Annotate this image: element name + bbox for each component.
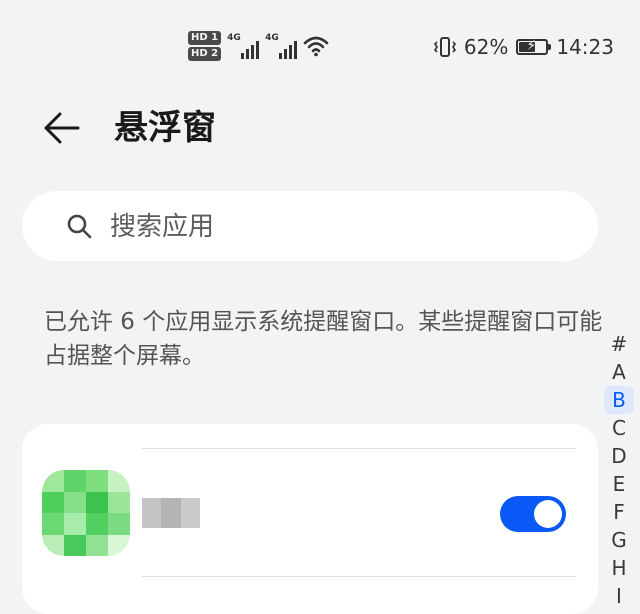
index-letter[interactable]: H bbox=[604, 554, 634, 582]
clock: 14:23 bbox=[556, 35, 614, 59]
alphabet-index: # A B C D E F G H I bbox=[604, 330, 634, 610]
status-left: HD 1 HD 2 4G 4G bbox=[188, 28, 329, 64]
index-letter[interactable]: F bbox=[604, 498, 634, 526]
arrow-left-icon bbox=[44, 112, 80, 144]
status-right: 62% ⚡ 14:23 bbox=[433, 30, 614, 64]
index-letter[interactable]: G bbox=[604, 526, 634, 554]
search-box[interactable] bbox=[22, 191, 598, 261]
permission-description: 已允许 6 个应用显示系统提醒窗口。某些提醒窗口可能占据整个屏幕。 bbox=[44, 309, 603, 369]
divider bbox=[142, 448, 576, 449]
status-bar: HD 1 HD 2 4G 4G 62% ⚡ 14:23 bbox=[0, 0, 640, 92]
divider bbox=[142, 576, 576, 577]
search-input[interactable] bbox=[108, 205, 572, 249]
toggle-knob bbox=[534, 500, 562, 528]
index-letter[interactable]: C bbox=[604, 414, 634, 442]
app-icon bbox=[42, 470, 130, 556]
floating-window-toggle[interactable] bbox=[500, 496, 566, 532]
network-type-2: 4G bbox=[265, 33, 279, 43]
signal-icon: 4G bbox=[227, 33, 260, 59]
search-icon bbox=[67, 214, 92, 239]
battery-charging-icon: ⚡ bbox=[516, 38, 552, 55]
back-button[interactable] bbox=[40, 108, 84, 148]
signal-icon: 4G bbox=[265, 33, 298, 59]
page-header: 悬浮窗 bbox=[0, 100, 640, 156]
app-list-card bbox=[22, 424, 598, 614]
index-letter[interactable]: A bbox=[604, 358, 634, 386]
index-letter[interactable]: B bbox=[604, 386, 634, 414]
network-type-1: 4G bbox=[227, 33, 241, 43]
index-letter[interactable]: E bbox=[604, 470, 634, 498]
sim-badges: HD 1 HD 2 bbox=[188, 31, 222, 61]
charging-bolt-icon: ⚡ bbox=[526, 38, 537, 54]
index-letter[interactable]: D bbox=[604, 442, 634, 470]
battery-percent: 62% bbox=[463, 35, 509, 59]
wifi-icon bbox=[303, 36, 329, 57]
app-name-blurred bbox=[142, 498, 200, 528]
vibrate-icon bbox=[433, 37, 456, 57]
index-letter[interactable]: I bbox=[604, 582, 634, 610]
sim1-badge: HD 1 bbox=[188, 31, 222, 45]
page-title: 悬浮窗 bbox=[114, 108, 216, 148]
sim2-badge: HD 2 bbox=[188, 47, 222, 61]
index-letter[interactable]: # bbox=[604, 330, 634, 358]
